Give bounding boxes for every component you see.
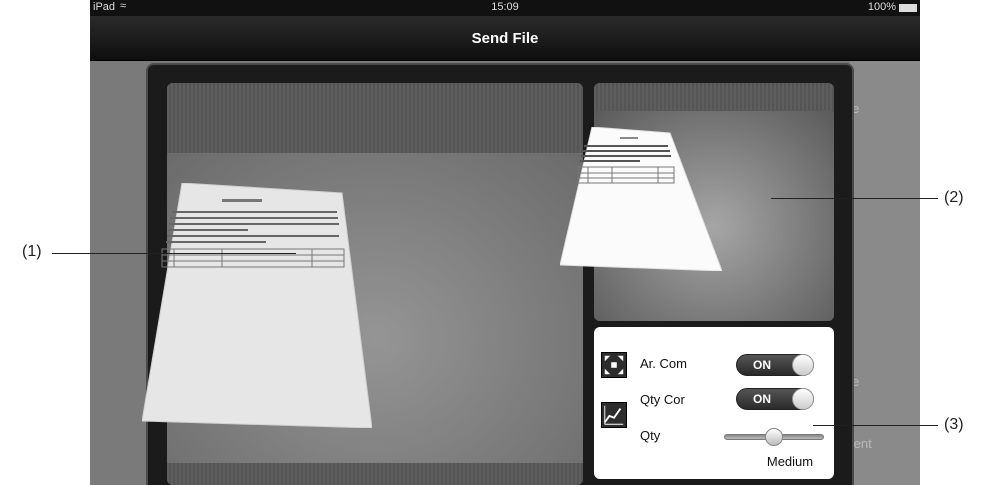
area-compensation-icon (601, 352, 627, 378)
quality-correction-toggle-knob[interactable] (792, 388, 814, 410)
battery-label: 100% (867, 1, 896, 13)
quality-correction-label: Qty Cor (640, 392, 685, 407)
status-bar: iPad ≈ 15:09 100% (90, 0, 920, 16)
quality-label: Qty (640, 428, 661, 443)
area-compensation-toggle-state: ON (753, 358, 771, 372)
area-compensation-label: Ar. Com (640, 356, 687, 371)
quality-correction-toggle-state: ON (753, 392, 771, 406)
callout-2-label: (2) (944, 189, 964, 206)
page-title: Send File (471, 30, 539, 47)
navigation-bar: Send File (90, 16, 920, 61)
preview-frame-top (167, 83, 583, 153)
callout-3-line (813, 425, 938, 426)
small-preview-frame-top (594, 83, 834, 111)
document-page-large (142, 183, 372, 428)
status-time: 15:09 (491, 1, 519, 13)
battery-icon (899, 4, 917, 12)
preview-frame-bottom (167, 463, 583, 485)
quality-value: Medium (766, 454, 814, 469)
quality-correction-icon (601, 402, 627, 428)
area-compensation-toggle-knob[interactable] (792, 354, 814, 376)
quality-slider-knob[interactable] (765, 428, 783, 446)
background-panel (850, 61, 920, 485)
callout-2-line (771, 198, 938, 199)
callout-1-line (52, 253, 296, 254)
quality-correction-toggle[interactable]: ON (736, 388, 814, 410)
area-compensation-toggle[interactable]: ON (736, 354, 814, 376)
callout-1-label: (1) (22, 243, 42, 260)
document-page-small (560, 127, 722, 271)
callout-3-label: (3) (944, 416, 964, 433)
